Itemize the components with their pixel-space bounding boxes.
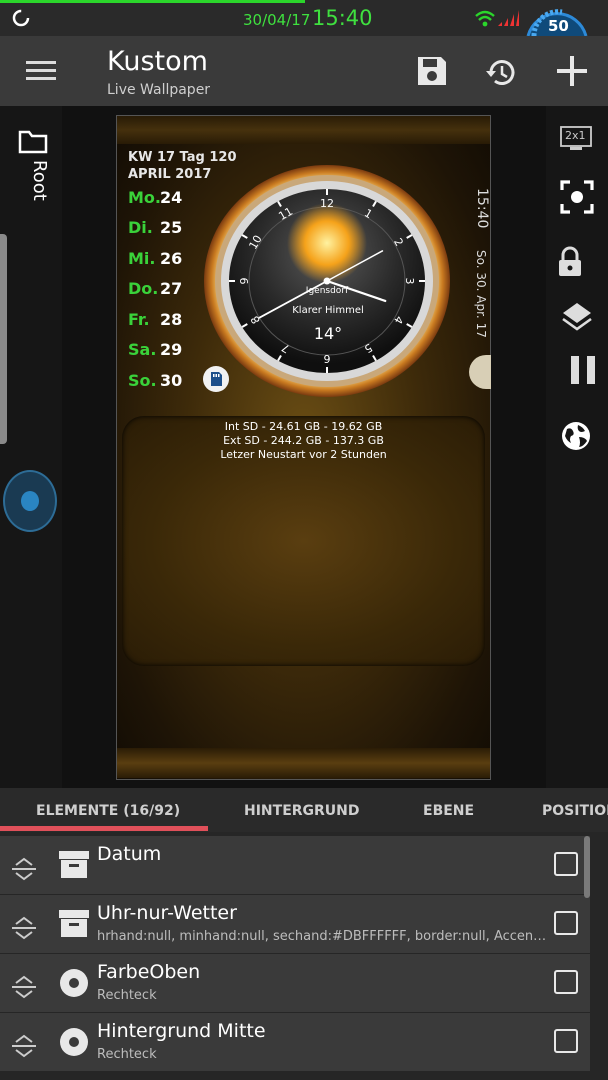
item-title: Hintergrund Mitte [97,1020,266,1042]
pause-icon[interactable] [570,355,598,385]
preview-top-band [117,116,490,144]
archive-icon [58,908,90,938]
tab-position[interactable]: POSITION [542,803,608,819]
list-scrollbar[interactable] [584,836,590,898]
day-number: 30 [160,371,183,390]
size-icon[interactable]: 2x1 [560,126,592,152]
left-drawer-handle[interactable] [0,234,7,444]
lock-icon[interactable] [556,246,584,278]
reorder-icon[interactable] [10,856,38,882]
status-progress-bar [0,0,305,3]
save-icon[interactable] [416,55,448,87]
day-name: Di. [128,218,153,237]
int-sd-text: Int SD - 24.61 GB - 19.62 GB [224,420,383,433]
archive-icon [58,849,90,879]
item-checkbox[interactable] [554,970,578,994]
weather-condition: Klarer Himmel [292,305,364,316]
reorder-icon[interactable] [10,915,38,941]
day-number: 24 [160,188,183,207]
status-time: 15:40 [312,6,373,30]
item-checkbox[interactable] [554,852,578,876]
folder-icon[interactable] [18,128,48,154]
day-number: 25 [160,218,183,237]
clock-numeral: 3 [403,278,416,285]
add-icon[interactable] [556,55,588,87]
menu-icon[interactable] [26,59,56,83]
day-number: 27 [160,279,183,298]
day-name: Do. [128,279,159,298]
calendar-month: APRIL 2017 [128,167,212,182]
item-subtitle: hrhand:null, minhand:null, sechand:#DBFF… [97,929,547,944]
shape-icon [59,968,89,998]
focus-icon[interactable] [560,180,594,214]
history-icon[interactable] [485,57,517,89]
day-name: Mi. [128,249,156,268]
weather-temperature: 14° [313,324,343,343]
vertical-time: 15:40 [474,188,490,229]
reorder-icon[interactable] [10,1033,38,1059]
clock-numeral: 6 [324,352,331,365]
vertical-date: So. 30. Apr. 17 [474,250,488,338]
item-checkbox[interactable] [554,1029,578,1053]
signal-icon [496,8,520,28]
item-title: FarbeOben [97,961,201,983]
day-name: Fr. [128,310,150,329]
status-date: 30/04/17 [243,11,311,29]
day-number: 26 [160,249,183,268]
item-subtitle: Rechteck [97,1047,157,1062]
ext-sd-text: Ext SD - 244.2 GB - 137.3 GB [223,434,384,447]
day-number: 29 [160,340,183,359]
preview-bottom-band [117,748,490,778]
layers-icon[interactable] [561,301,593,333]
day-name: So. [128,371,157,390]
item-checkbox[interactable] [554,911,578,935]
tab-indicator [0,826,208,831]
size-badge-label: 2x1 [565,129,586,142]
app-title: Kustom [107,46,208,77]
day-name: Sa. [128,340,157,359]
shape-icon [59,1027,89,1057]
weather-location: Igensdorf [305,286,349,296]
app-subtitle: Live Wallpaper [107,82,211,98]
left-rail [0,106,62,788]
wifi-icon [474,8,496,28]
clock-numeral: 9 [238,278,251,285]
root-label[interactable]: Root [0,160,50,201]
clock-numeral: 12 [320,197,334,210]
analog-clock[interactable]: 12 1 2 3 4 5 6 7 8 9 10 11 [202,163,452,399]
tab-hintergrund[interactable]: HINTERGRUND [244,803,360,819]
loading-icon [11,8,31,28]
day-number: 28 [160,310,183,329]
tab-elemente[interactable]: ELEMENTE (16/92) [36,803,180,819]
joystick-dot [21,491,39,511]
item-title: Uhr-nur-Wetter [97,902,237,924]
restart-text: Letzer Neustart vor 2 Stunden [220,448,387,461]
globe-icon[interactable] [561,421,591,451]
tab-ebene[interactable]: EBENE [423,803,474,819]
clock-center [323,277,331,285]
reorder-icon[interactable] [10,974,38,1000]
item-title: Datum [97,843,162,865]
item-subtitle: Rechteck [97,988,157,1003]
day-name: Mo. [128,188,161,207]
battery-level: 50 [548,17,569,35]
